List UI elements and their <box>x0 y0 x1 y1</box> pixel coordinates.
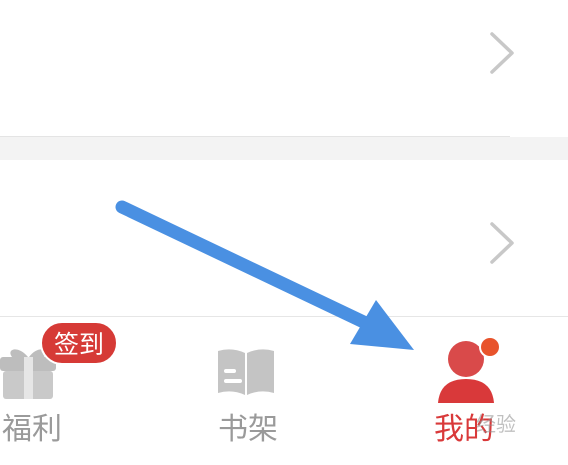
user-icon <box>438 337 501 403</box>
chevron-right-icon <box>490 32 514 74</box>
menu-row-1[interactable] <box>0 0 568 136</box>
checkin-badge[interactable]: 签到 <box>40 321 118 365</box>
tab-label-welfare: 福利 <box>2 412 62 447</box>
tab-label-bookshelf: 书架 <box>218 412 278 447</box>
tab-welfare[interactable]: 签到 福利 <box>0 317 120 465</box>
chevron-right-icon <box>490 222 514 264</box>
menu-row-2[interactable] <box>0 160 568 316</box>
watermark-text: 经验 <box>476 412 516 436</box>
bottom-tab-bar: 签到 福利 书架 我的 <box>0 316 568 465</box>
tab-bookshelf[interactable]: 书架 <box>200 317 300 465</box>
book-icon <box>218 349 274 395</box>
section-gap <box>0 137 568 160</box>
tab-mine[interactable]: 我的 <box>420 317 520 465</box>
